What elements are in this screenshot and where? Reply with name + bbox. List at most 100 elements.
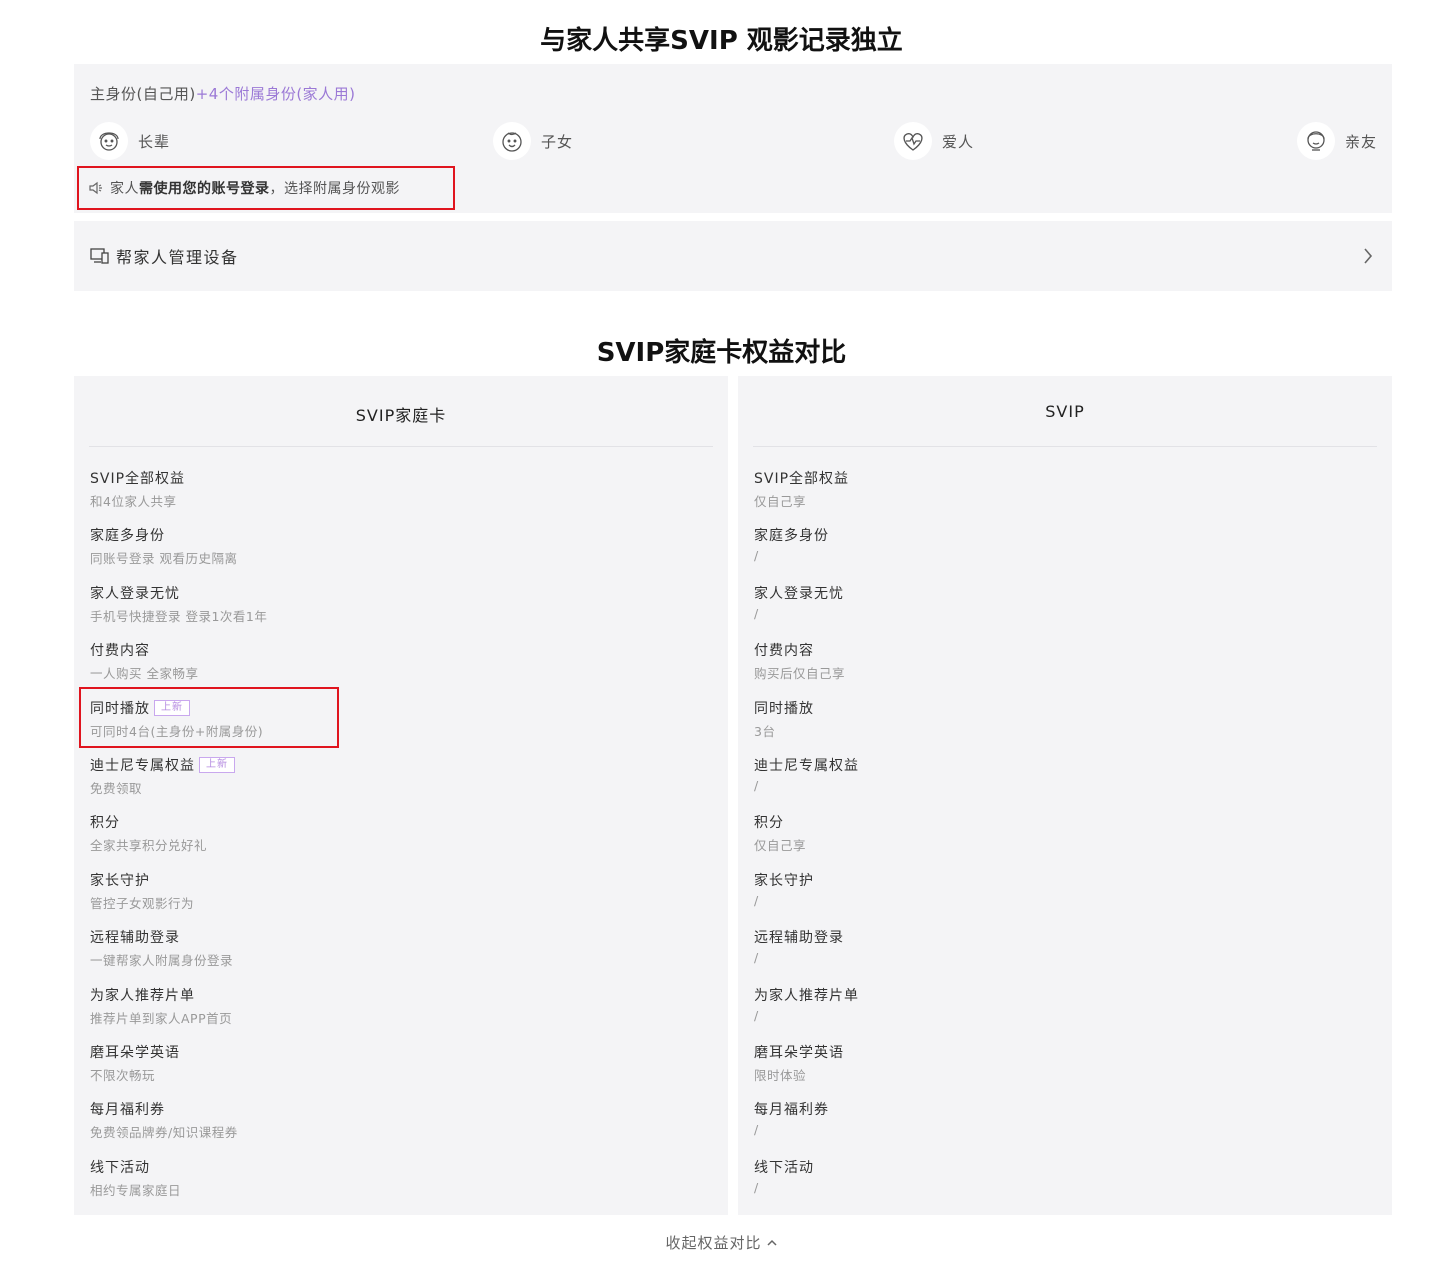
benefit-subtitle: 一人购买 全家畅享	[90, 666, 199, 682]
comparison-section-title: SVIP家庭卡权益对比	[596, 338, 847, 368]
benefit-subtitle: 免费领取	[90, 781, 143, 796]
benefit-subtitle: 管控子女观影行为	[90, 895, 195, 911]
child-avatar-icon	[493, 122, 531, 160]
benefit-title: 为家人推荐片单	[90, 987, 195, 1004]
benefit-row: 远程辅助登录一键帮家人附属身份登录	[90, 927, 233, 968]
benefit-row: 积分全家共享积分兑好礼	[90, 812, 207, 853]
benefit-title: 远程辅助登录	[754, 930, 844, 947]
benefit-title: 家人登录无忧	[754, 585, 844, 602]
benefit-row: 家长守护管控子女观影行为	[90, 870, 194, 911]
benefit-title: SVIP全部权益	[90, 471, 186, 487]
member-elder[interactable]: 长辈	[90, 120, 170, 162]
new-badge: 上新	[199, 757, 235, 773]
notice-prefix: 家人	[110, 181, 139, 197]
collapse-comparison-button[interactable]: 收起权益对比	[0, 1232, 1443, 1253]
benefit-title: 线下活动	[754, 1159, 814, 1176]
benefit-row: 每月福利券 免费领品牌券/知识课程券	[90, 1099, 238, 1140]
benefit-subtitle: /	[754, 778, 759, 793]
member-label: 子女	[541, 132, 574, 151]
benefit-title: 线下活动	[90, 1159, 150, 1176]
benefit-row: 磨耳朵学英语 限时体验	[754, 1042, 844, 1083]
benefit-row: 远程辅助登录 /	[754, 927, 844, 968]
benefit-subtitle: /	[754, 1007, 759, 1023]
benefit-row: 家人登录无忧手机号快捷登录 登录1次看1年	[90, 583, 267, 624]
benefit-subtitle: 不限次畅玩	[90, 1068, 156, 1083]
benefit-row: 为家人推荐片单 /	[754, 985, 859, 1026]
notice-bold: 需使用您的账号登录	[139, 181, 270, 197]
devices-icon	[90, 248, 109, 264]
member-child[interactable]: 子女	[493, 120, 573, 162]
benefit-title: 为家人推荐片单	[754, 987, 859, 1004]
benefit-title: SVIP全部权益	[754, 471, 850, 487]
column-divider	[753, 446, 1377, 447]
identity-summary: 主身份(自己用)+4个附属身份(家人用)	[90, 83, 356, 104]
benefit-title: 磨耳朵学英语	[90, 1045, 180, 1061]
benefit-title: 付费内容	[90, 643, 150, 660]
benefit-subtitle: /	[754, 1122, 759, 1138]
benefit-subtitle: 同账号登录 观看历史隔离	[90, 551, 238, 567]
benefit-row: 家人登录无忧 /	[754, 583, 844, 624]
benefit-title: 家长守护	[90, 872, 150, 889]
benefit-subtitle: 和4位家人共享	[90, 494, 177, 509]
benefit-subtitle: /	[754, 1179, 759, 1195]
member-label: 爱人	[942, 132, 975, 151]
benefit-title: 家庭多身份	[90, 528, 165, 545]
benefit-subtitle: /	[754, 950, 759, 966]
benefit-row: 迪士尼专属权益 /	[754, 755, 859, 796]
benefit-row: 付费内容购买后仅自己享	[754, 640, 845, 681]
benefit-subtitle: 手机号快捷登录 登录1次看1年	[90, 608, 268, 624]
benefit-title: 积分	[90, 815, 120, 832]
benefit-title: 家人登录无忧	[90, 585, 180, 602]
member-label: 长辈	[138, 132, 171, 151]
column-header: SVIP	[1045, 402, 1085, 421]
benefit-row: 积分 仅自己享	[754, 812, 806, 853]
benefit-title: 迪士尼专属权益	[90, 758, 195, 774]
member-friend[interactable]: 亲友	[1297, 120, 1377, 162]
benefit-row: SVIP全部权益 仅自己享	[754, 468, 849, 509]
main-identity-text: 主身份(自己用)	[90, 85, 196, 103]
heart-avatar-icon	[894, 122, 932, 160]
benefit-row: 付费内容一人购买 全家畅享	[90, 640, 198, 681]
sub-identity-text: +4个附属身份(家人用)	[195, 85, 356, 103]
benefit-row: 磨耳朵学英语 不限次畅玩	[90, 1042, 180, 1083]
elder-avatar-icon	[90, 122, 128, 160]
benefit-title: 付费内容	[754, 643, 814, 660]
benefit-title: 积分	[754, 815, 784, 832]
benefit-title: 每月福利券	[754, 1102, 829, 1119]
benefit-subtitle: 仅自己享	[754, 494, 807, 509]
member-spouse[interactable]: 爱人	[894, 120, 974, 162]
benefit-row: SVIP全部权益 和4位家人共享	[90, 468, 185, 509]
benefit-row: 为家人推荐片单 推荐片单到家人APP首页	[90, 985, 232, 1026]
friend-avatar-icon	[1297, 122, 1335, 160]
benefit-subtitle: 购买后仅自己享	[754, 666, 846, 682]
benefit-subtitle: /	[754, 548, 759, 564]
family-card-column: SVIP家庭卡 SVIP全部权益 和4位家人共享 家庭多身份 同账号登录 观看历史隔离…	[74, 376, 728, 1215]
column-divider	[89, 446, 713, 447]
svip-column: SVIP SVIP全部权益 仅自己享 家庭多身份 / 家人登录无忧 / 付费内容 购买后仅自己…	[738, 376, 1392, 1215]
member-label: 亲友	[1345, 132, 1378, 151]
benefit-subtitle: /	[754, 892, 759, 908]
benefit-row: 家庭多身份 /	[754, 525, 829, 566]
benefit-row: 同时播放 3台	[754, 698, 814, 739]
benefit-title: 家庭多身份	[754, 528, 829, 545]
benefit-row: 每月福利券 /	[754, 1099, 829, 1140]
manage-devices-row[interactable]: 帮家人管理设备	[74, 221, 1392, 291]
benefit-title: 同时播放	[754, 700, 814, 717]
benefit-subtitle: 一键帮家人附属身份登录	[90, 953, 234, 969]
benefit-row: 线下活动 /	[754, 1157, 814, 1198]
chevron-up-icon	[766, 1234, 778, 1252]
login-notice: 家人 需使用您的账号登录 ，选择附属身份观影	[77, 166, 455, 210]
benefit-title: 家长守护	[754, 872, 814, 889]
benefit-title: 每月福利券	[90, 1102, 165, 1119]
collapse-label: 收起权益对比	[665, 1234, 762, 1252]
notice-suffix: ，选择附属身份观影	[269, 181, 400, 197]
benefit-subtitle: 全家共享积分兑好礼	[90, 838, 208, 854]
benefit-title: 远程辅助登录	[90, 930, 180, 947]
benefit-row: 线下活动相约专属家庭日	[90, 1157, 181, 1198]
benefit-row: 家长守护 /	[754, 870, 814, 911]
family-share-panel: 主身份(自己用)+4个附属身份(家人用) 长辈 子女 爱人 亲友 家人 需使用您…	[74, 64, 1392, 213]
benefit-subtitle: 相约专属家庭日	[90, 1182, 182, 1198]
benefit-row: 迪士尼专属权益 上新免费领取	[90, 755, 235, 796]
manage-devices-label: 帮家人管理设备	[116, 248, 239, 267]
share-section-title: 与家人共享SVIP 观影记录独立	[540, 26, 903, 56]
